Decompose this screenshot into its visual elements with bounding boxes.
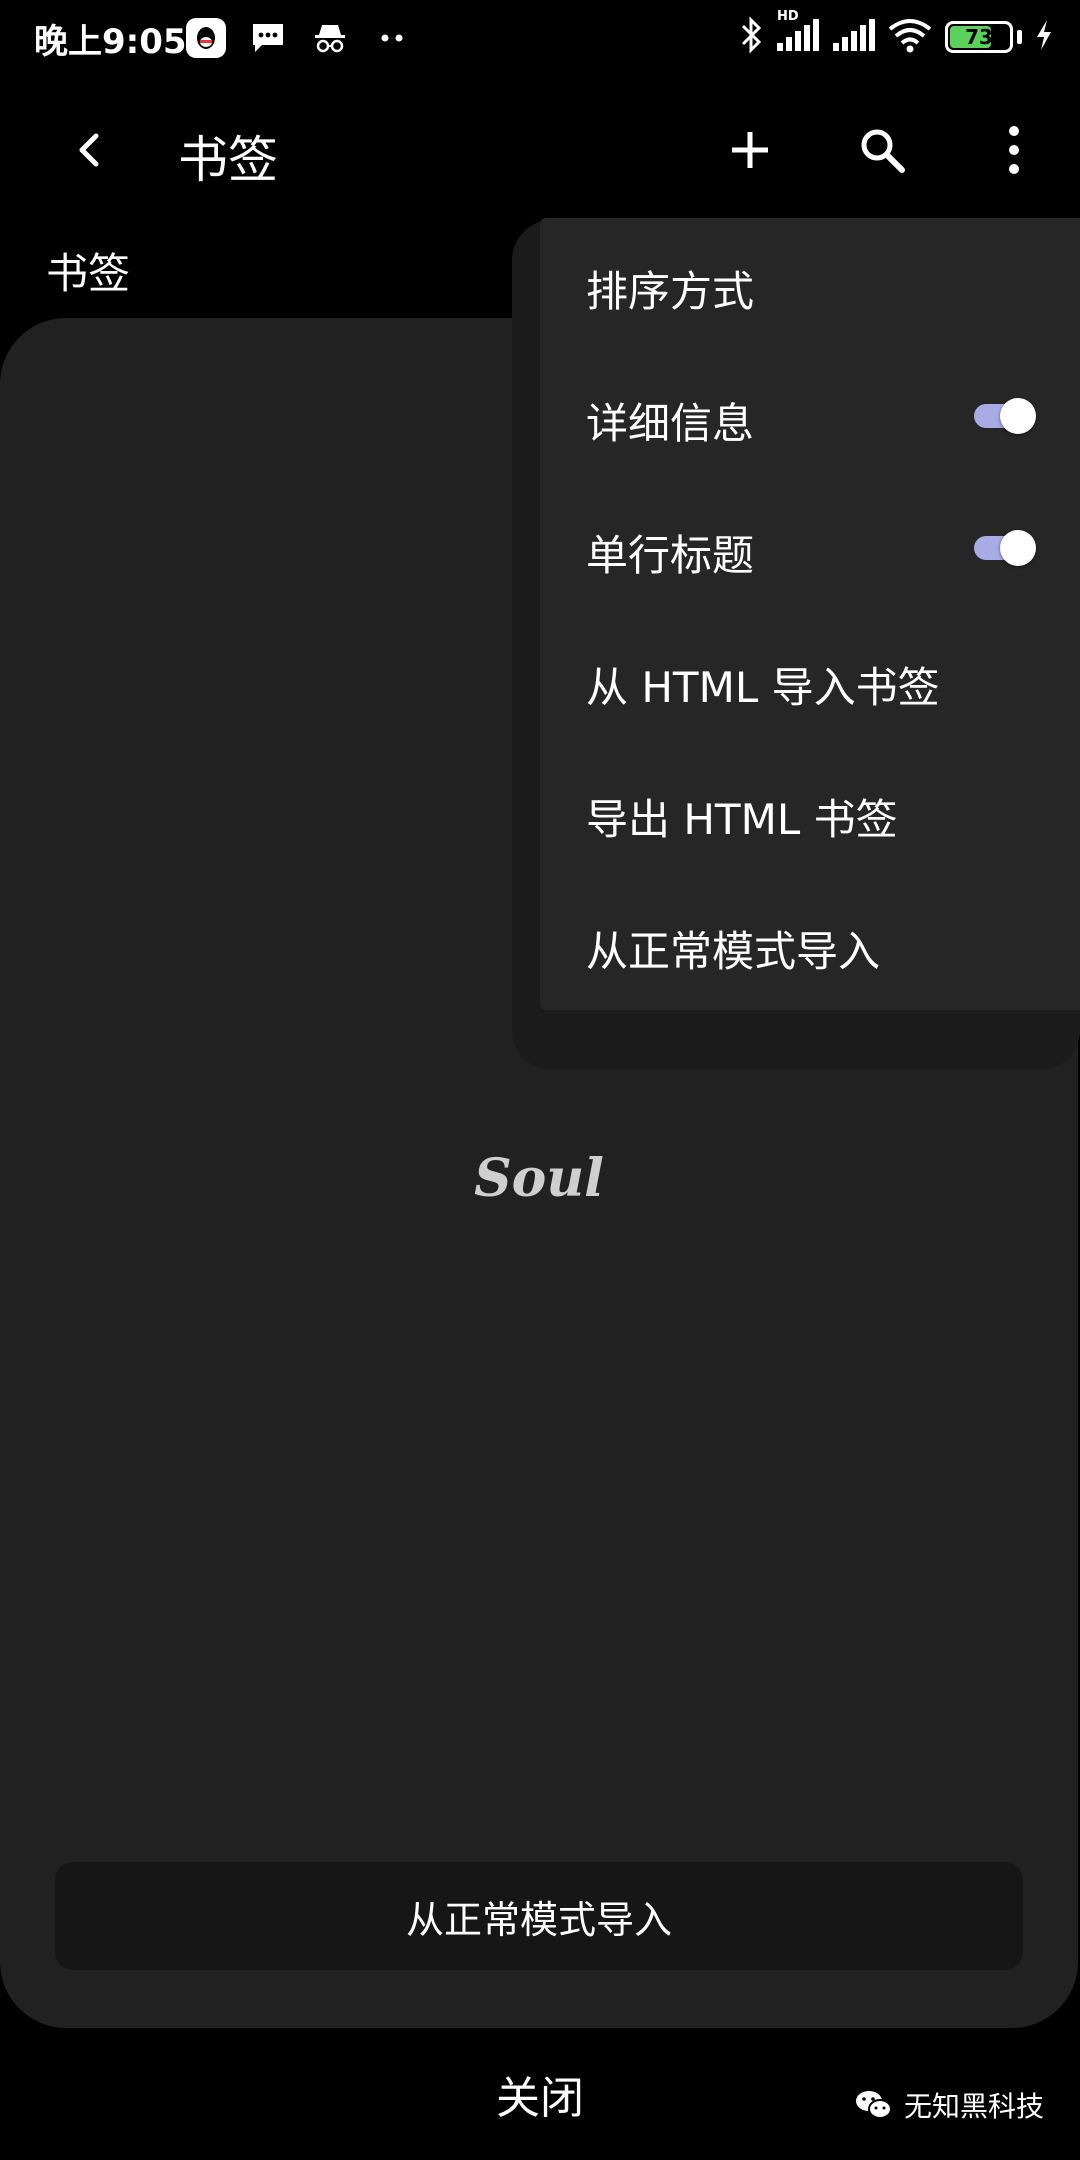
menu-item-import-normal-mode[interactable]: 从正常模式导入: [540, 878, 1080, 1010]
menu-item-label: 详细信息: [586, 399, 755, 448]
menu-item-label: 从 HTML 导入书签: [586, 663, 940, 712]
more-vert-icon: [1009, 126, 1019, 174]
signal-icon-2: [831, 17, 875, 57]
wechat-icon: [855, 2091, 892, 2119]
watermark-text: 无知黑科技: [903, 2090, 1044, 2123]
message-icon: [248, 18, 288, 58]
menu-item-label: 单行标题: [586, 531, 755, 580]
add-bookmark-button[interactable]: [710, 110, 790, 190]
soul-logo: Soul: [474, 1148, 604, 1209]
toggle-thumb: [1000, 398, 1036, 434]
back-button[interactable]: [50, 110, 130, 190]
menu-item-label: 导出 HTML 书签: [586, 795, 898, 844]
back-arrow-icon: [79, 133, 99, 167]
network-type-label: HD: [777, 9, 799, 24]
menu-item-details[interactable]: 详细信息: [540, 350, 1080, 482]
single-line-title-toggle[interactable]: [974, 530, 1036, 566]
signal-icon: HD: [775, 9, 819, 57]
section-label: 书签: [46, 249, 131, 298]
bluetooth-icon: [739, 16, 763, 58]
menu-item-label: 排序方式: [586, 267, 755, 316]
battery-level: 73: [965, 25, 993, 49]
details-toggle[interactable]: [974, 398, 1036, 434]
battery-icon: 73: [945, 21, 1013, 53]
page-title: 书签: [178, 131, 278, 189]
toggle-thumb: [1000, 530, 1036, 566]
screen: 晚上9:05 HD 73 书签 书签 Soul 从正常模式导入 排序方式 详细信…: [0, 0, 1080, 2160]
qq-icon: [186, 18, 226, 58]
menu-item-sort[interactable]: 排序方式: [540, 218, 1080, 350]
menu-item-export-html[interactable]: 导出 HTML 书签: [540, 746, 1080, 878]
charging-icon: [1034, 18, 1054, 56]
menu-item-label: 从正常模式导入: [586, 927, 881, 976]
plus-icon: [732, 132, 768, 168]
system-icons: HD 73: [739, 9, 1054, 58]
more-dots-icon: [372, 18, 412, 58]
status-time: 晚上9:05: [34, 22, 187, 62]
incognito-icon: [310, 18, 350, 58]
watermark: 无知黑科技: [854, 2085, 1044, 2125]
search-icon: [861, 129, 905, 173]
menu-item-single-line-title[interactable]: 单行标题: [540, 482, 1080, 614]
notification-icons: [186, 18, 412, 58]
wifi-icon: [887, 17, 933, 57]
menu-item-import-html[interactable]: 从 HTML 导入书签: [540, 614, 1080, 746]
app-bar: 书签: [0, 90, 1080, 215]
battery-nub: [1017, 30, 1022, 44]
search-button[interactable]: [842, 110, 922, 190]
more-options-button[interactable]: [974, 110, 1054, 190]
import-from-normal-mode-button[interactable]: 从正常模式导入: [55, 1862, 1023, 1970]
status-bar: 晚上9:05 HD 73: [0, 0, 1080, 80]
overflow-menu: 排序方式 详细信息 单行标题 从 HTML 导入书签 导出 HTML 书签 从正…: [540, 218, 1080, 1010]
